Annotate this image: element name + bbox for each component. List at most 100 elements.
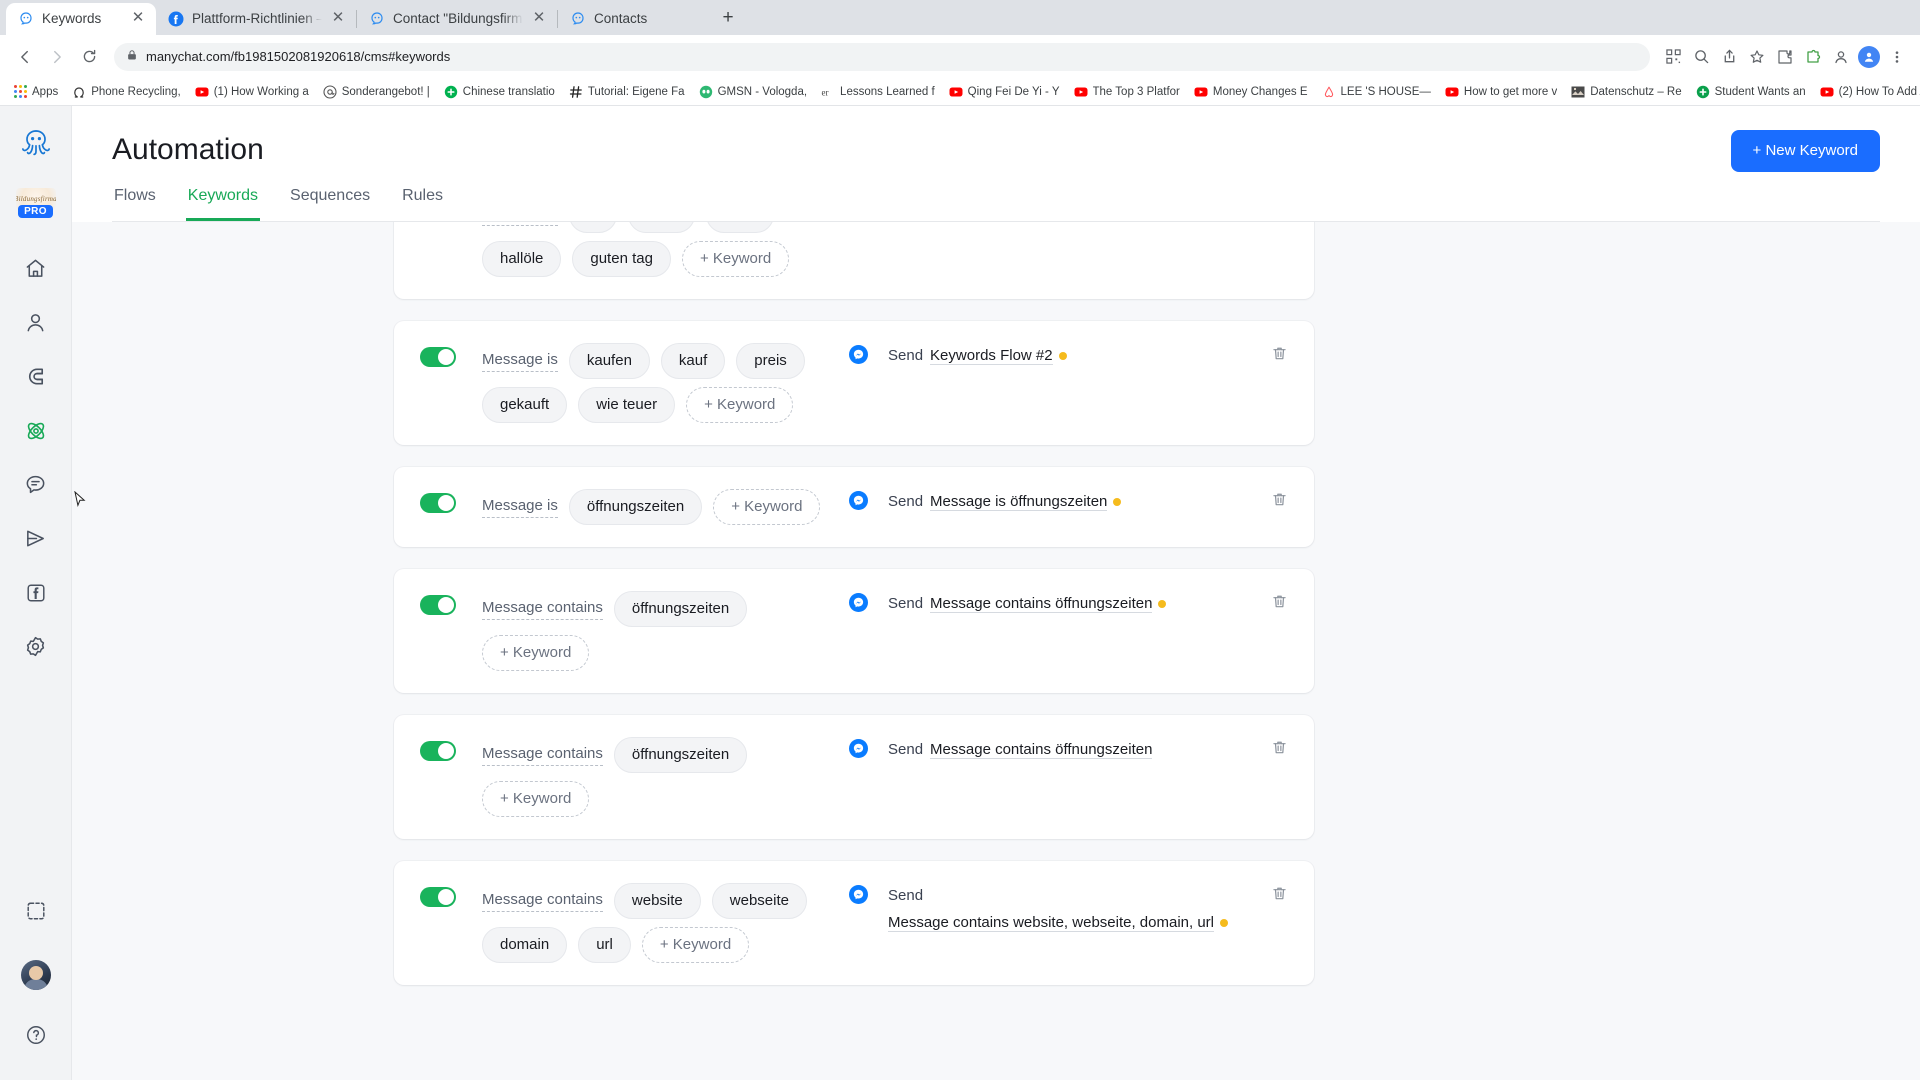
share-icon[interactable]: [1716, 44, 1742, 70]
sidebar-item-templates[interactable]: [0, 886, 72, 940]
add-keyword-button[interactable]: + Keyword: [713, 489, 821, 525]
reload-button[interactable]: [74, 42, 104, 72]
sidebar-item-user-avatar[interactable]: [0, 948, 72, 1002]
row-toggle[interactable]: [420, 887, 456, 907]
bookmark-apps[interactable]: Apps: [8, 83, 64, 100]
puzzle-icon[interactable]: [1800, 44, 1826, 70]
table-row[interactable]: Message contains öffnungszeiten + Keywor…: [394, 569, 1314, 693]
keyword-chip[interactable]: öffnungszeiten: [568, 489, 703, 525]
menu-icon[interactable]: [1884, 44, 1910, 70]
keyword-chip[interactable]: preis: [736, 343, 805, 379]
flow-link[interactable]: Message contains öffnungszeiten: [930, 595, 1153, 613]
new-keyword-button[interactable]: + New Keyword: [1730, 130, 1880, 172]
keyword-chip[interactable]: hi: [568, 222, 617, 233]
sidebar-item-growth-tools[interactable]: [0, 352, 72, 406]
keyword-chip[interactable]: guten tag: [572, 241, 671, 277]
bookmark-student-wants-an[interactable]: Student Wants an: [1690, 83, 1812, 101]
browser-tab-contacts[interactable]: Contacts: [558, 3, 708, 35]
flow-link-wrap[interactable]: Message contains öffnungszeiten: [930, 740, 1153, 760]
bookmark-top-3-platfor[interactable]: The Top 3 Platfor: [1068, 83, 1186, 101]
flow-link-wrap[interactable]: Message contains website, webseite, doma…: [888, 913, 1229, 933]
add-keyword-button[interactable]: + Keyword: [681, 241, 790, 277]
condition-label[interactable]: Message is: [482, 351, 558, 372]
trash-icon[interactable]: [1271, 593, 1288, 615]
keyword-chip[interactable]: hallöle: [482, 241, 562, 277]
sidebar-item-automation[interactable]: [0, 406, 72, 460]
keyword-chip[interactable]: webseite: [711, 883, 807, 919]
keyword-chip[interactable]: gekauft: [482, 387, 568, 423]
row-toggle[interactable]: [420, 347, 456, 367]
bookmark-phone-recycling[interactable]: Phone Recycling,: [66, 83, 187, 101]
forward-button[interactable]: [42, 42, 72, 72]
sidebar-item-settings[interactable]: [0, 622, 72, 676]
trash-icon[interactable]: [1271, 739, 1288, 761]
extensions-icon[interactable]: [1772, 44, 1798, 70]
trash-icon[interactable]: [1271, 885, 1288, 907]
browser-tab-keywords[interactable]: Keywords ✕: [6, 3, 156, 35]
keyword-chip[interactable]: url: [578, 927, 631, 963]
flow-link[interactable]: Keywords Flow #2: [930, 347, 1053, 365]
bookmark-tutorial-eigene-fa[interactable]: Tutorial: Eigene Fa: [563, 83, 691, 101]
search-icon[interactable]: [1688, 44, 1714, 70]
bookmark-chinese-translation[interactable]: Chinese translatio: [438, 83, 561, 101]
qr-code-icon[interactable]: [1660, 44, 1686, 70]
condition-label[interactable]: Message contains: [482, 745, 603, 766]
tab-sequences[interactable]: Sequences: [288, 182, 372, 221]
flow-link-wrap[interactable]: Keywords Flow #2: [930, 346, 1067, 366]
add-keyword-button[interactable]: + Keyword: [641, 927, 750, 963]
keyword-chip[interactable]: öffnungszeiten: [613, 737, 748, 773]
row-toggle[interactable]: [420, 741, 456, 761]
bookmark-lessons-learned[interactable]: er Lessons Learned f: [815, 83, 941, 101]
sidebar-item-home[interactable]: [0, 244, 72, 298]
flow-link[interactable]: Message contains öffnungszeiten: [930, 741, 1153, 759]
condition-label[interactable]: Message is: [482, 222, 558, 226]
close-icon[interactable]: ✕: [531, 10, 547, 27]
keyword-chip[interactable]: kauf: [660, 343, 726, 379]
bookmark-qing-fei-de-yi[interactable]: Qing Fei De Yi - Y: [943, 83, 1066, 101]
star-icon[interactable]: [1744, 44, 1770, 70]
keyword-chip[interactable]: wie teuer: [578, 387, 676, 423]
keyword-chip[interactable]: kaufen: [568, 343, 650, 379]
table-row[interactable]: Message contains website webseite domain…: [394, 861, 1314, 985]
bookmark-sonderangebot[interactable]: Sonderangebot! |: [317, 83, 436, 101]
bookmark-how-to-add-a[interactable]: (2) How To Add A: [1814, 83, 1920, 101]
browser-tab-contact[interactable]: Contact "Bildungsfirma" throug ✕: [357, 3, 557, 35]
keyword-chip[interactable]: hello: [706, 222, 774, 233]
flow-link-wrap[interactable]: Message is öffnungszeiten: [930, 492, 1122, 512]
table-row[interactable]: Message is kaufen kauf preis gekauft wie…: [394, 321, 1314, 445]
trash-icon[interactable]: [1271, 491, 1288, 513]
new-tab-button[interactable]: +: [714, 5, 742, 33]
bookmark-how-working[interactable]: (1) How Working a: [189, 83, 315, 101]
table-row[interactable]: Message is öffnungszeiten + Keyword Send…: [394, 467, 1314, 547]
bookmark-money-changes[interactable]: Money Changes E: [1188, 83, 1314, 101]
sidebar-item-facebook[interactable]: [0, 568, 72, 622]
person-icon[interactable]: [1828, 44, 1854, 70]
bookmark-datenschutz[interactable]: Datenschutz – Re: [1565, 83, 1687, 101]
account-switcher[interactable]: Bildungsfirma PRO: [0, 174, 72, 232]
flow-link[interactable]: Message is öffnungszeiten: [930, 493, 1108, 511]
bookmark-lees-house[interactable]: LEE 'S HOUSE—: [1316, 83, 1437, 101]
condition-label[interactable]: Message contains: [482, 599, 603, 620]
keywords-scroll-area[interactable]: Message is hi hallo hello hallöle guten …: [72, 222, 1920, 1080]
sidebar-item-live-chat[interactable]: [0, 460, 72, 514]
sidebar-item-help[interactable]: [0, 1010, 72, 1064]
trash-icon[interactable]: [1271, 345, 1288, 367]
sidebar-item-broadcasting[interactable]: [0, 514, 72, 568]
table-row[interactable]: Message is hi hallo hello hallöle guten …: [394, 222, 1314, 299]
add-keyword-button[interactable]: + Keyword: [686, 387, 794, 423]
row-toggle[interactable]: [420, 595, 456, 615]
profile-avatar[interactable]: [1856, 44, 1882, 70]
keyword-chip[interactable]: hallo: [627, 222, 696, 233]
manychat-octopus-logo[interactable]: [0, 112, 72, 174]
address-bar[interactable]: manychat.com/fb1981502081920618/cms#keyw…: [114, 42, 1650, 71]
flow-link-wrap[interactable]: Message contains öffnungszeiten: [930, 594, 1167, 614]
condition-label[interactable]: Message is: [482, 497, 558, 518]
bookmark-gmsn-vologda[interactable]: GMSN - Vologda,: [693, 83, 813, 101]
table-row[interactable]: Message contains öffnungszeiten + Keywor…: [394, 715, 1314, 839]
browser-tab-plattform-richtlinien[interactable]: Plattform-Richtlinien – Übersic ✕: [156, 3, 356, 35]
tab-rules[interactable]: Rules: [400, 182, 445, 221]
keyword-chip[interactable]: öffnungszeiten: [613, 591, 748, 627]
sidebar-item-contacts[interactable]: [0, 298, 72, 352]
flow-link[interactable]: Message contains website, webseite, doma…: [888, 914, 1215, 932]
add-keyword-button[interactable]: + Keyword: [482, 781, 590, 817]
